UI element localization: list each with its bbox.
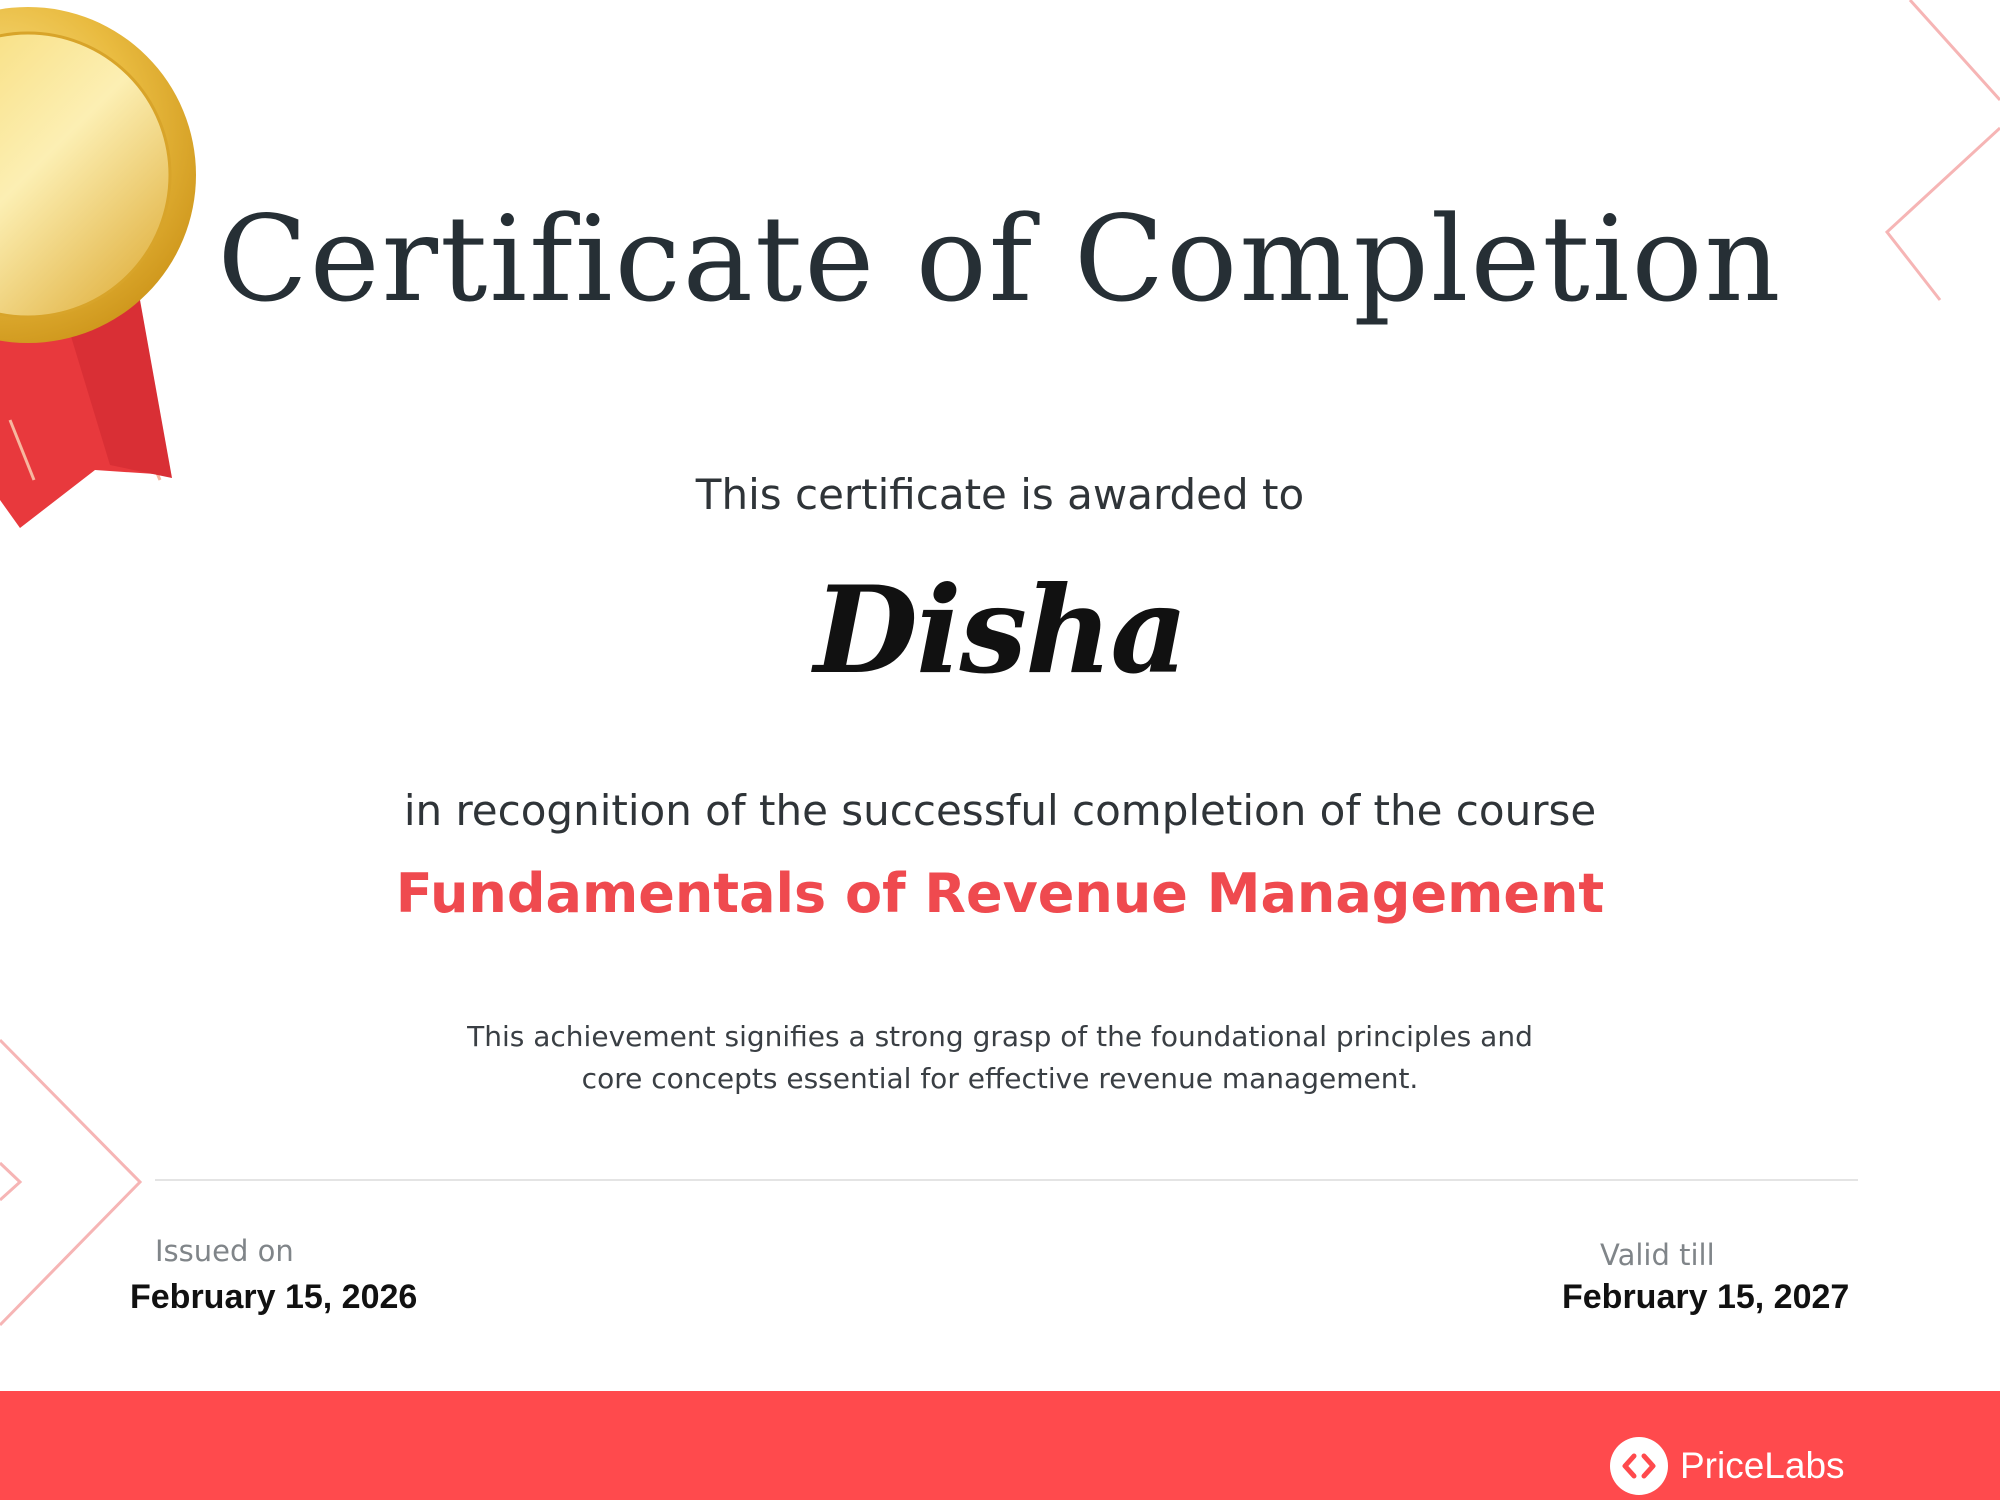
issued-on-date: February 15, 2026 (130, 1278, 418, 1316)
achievement-description: This achievement signifies a strong gras… (0, 1016, 2000, 1100)
awarded-to-text: This certificate is awarded to (695, 470, 1305, 519)
divider (155, 1179, 1858, 1181)
valid-till-date: February 15, 2027 (1562, 1278, 1850, 1316)
pricelabs-logo-icon (1610, 1437, 1668, 1495)
issued-on-label: Issued on (155, 1234, 294, 1268)
recipient-name: Disha (813, 560, 1188, 701)
description-line-2: core concepts essential for effective re… (581, 1062, 1419, 1095)
recognition-text: in recognition of the successful complet… (403, 786, 1597, 835)
valid-till-label: Valid till (1600, 1238, 1715, 1272)
certificate-page: Certificate of Completion This certifica… (0, 0, 2000, 1500)
brand-name: PriceLabs (1680, 1445, 1845, 1486)
certificate-title: Certificate of Completion (217, 190, 1783, 328)
description-line-1: This achievement signifies a strong gras… (467, 1020, 1533, 1053)
brand: PriceLabs (1610, 1436, 1845, 1496)
course-name: Fundamentals of Revenue Management (395, 862, 1605, 925)
